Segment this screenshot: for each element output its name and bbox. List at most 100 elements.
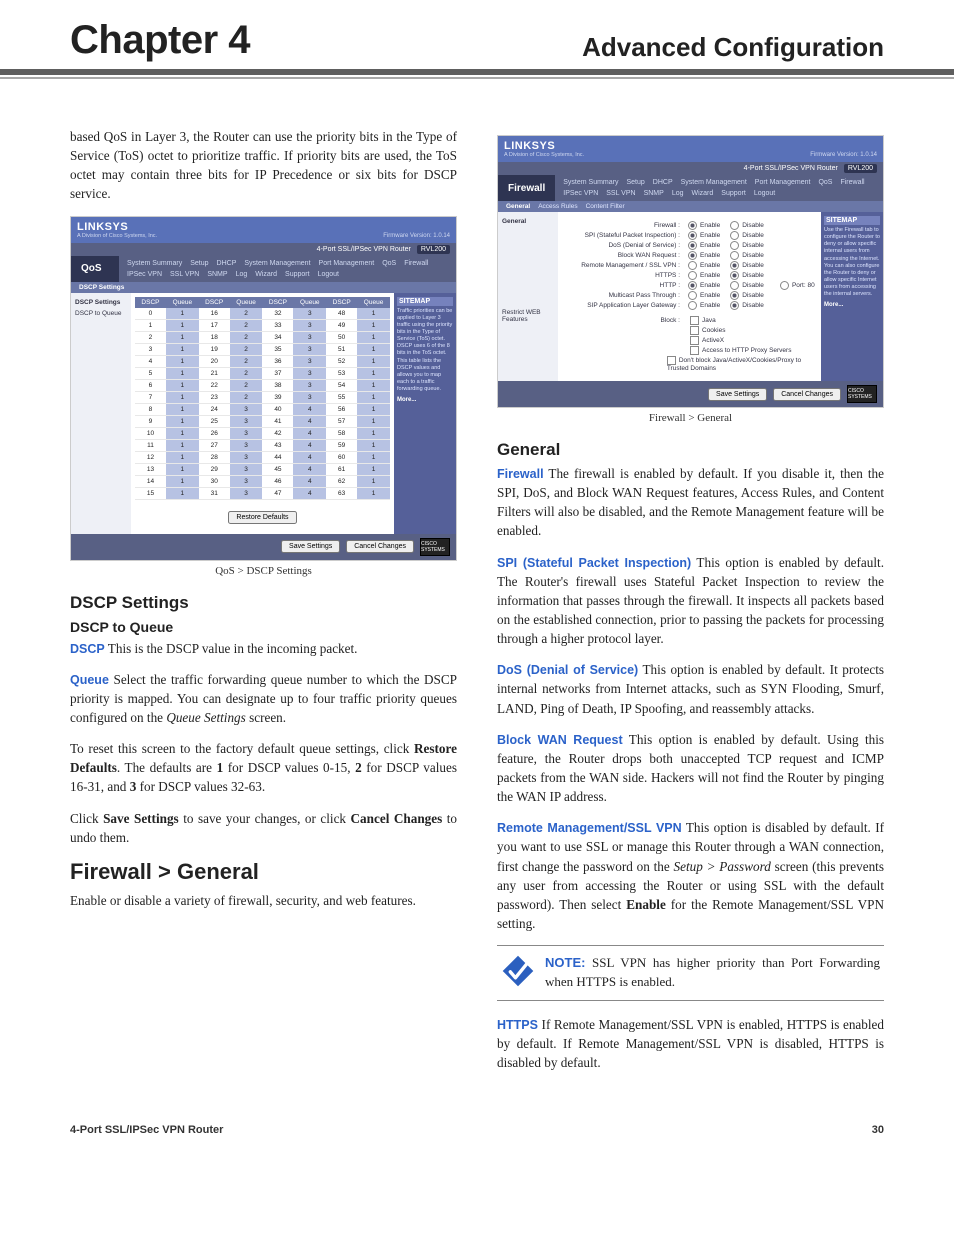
nav-item[interactable]: QoS	[378, 258, 400, 269]
sidebar-item[interactable]: Restrict WEB Features	[500, 307, 556, 325]
queue-cell[interactable]: 1	[357, 391, 390, 403]
queue-cell[interactable]: 1	[357, 343, 390, 355]
nav-item[interactable]: Logout	[750, 188, 779, 199]
radio-disable[interactable]: Disable	[730, 281, 764, 290]
queue-cell[interactable]: 1	[357, 475, 390, 487]
queue-cell[interactable]: 2	[230, 367, 263, 379]
nav-item[interactable]: Setup	[622, 177, 648, 188]
nav-item[interactable]: Wizard	[251, 269, 281, 280]
radio-disable[interactable]: Disable	[730, 231, 764, 240]
queue-cell[interactable]: 1	[166, 355, 199, 367]
save-settings-button[interactable]: Save Settings	[281, 540, 340, 553]
queue-cell[interactable]: 3	[293, 391, 326, 403]
nav-item[interactable]: Support	[717, 188, 750, 199]
queue-cell[interactable]: 1	[166, 308, 199, 320]
queue-cell[interactable]: 3	[293, 308, 326, 320]
block-checkbox[interactable]: Java	[690, 316, 716, 325]
queue-cell[interactable]: 1	[166, 487, 199, 499]
nav-item[interactable]: IPSec VPN	[559, 188, 602, 199]
nav-item[interactable]: System Management	[677, 177, 751, 188]
queue-cell[interactable]: 1	[357, 308, 390, 320]
radio-disable[interactable]: Disable	[730, 251, 764, 260]
queue-cell[interactable]: 1	[166, 391, 199, 403]
block-checkbox[interactable]: Access to HTTP Proxy Servers	[690, 346, 791, 355]
queue-cell[interactable]: 1	[166, 403, 199, 415]
queue-cell[interactable]: 1	[166, 367, 199, 379]
sidebar-item[interactable]: General	[500, 216, 556, 227]
radio-enable[interactable]: Enable	[688, 301, 720, 310]
queue-cell[interactable]: 4	[293, 415, 326, 427]
queue-cell[interactable]: 4	[293, 451, 326, 463]
nav-item[interactable]: SNMP	[203, 269, 231, 280]
radio-disable[interactable]: Disable	[730, 241, 764, 250]
queue-cell[interactable]: 1	[357, 403, 390, 415]
radio-disable[interactable]: Disable	[730, 271, 764, 280]
queue-cell[interactable]: 3	[293, 343, 326, 355]
queue-cell[interactable]: 1	[357, 487, 390, 499]
queue-cell[interactable]: 1	[166, 343, 199, 355]
nav-item[interactable]: Log	[232, 269, 252, 280]
nav-item[interactable]: System Summary	[123, 258, 186, 269]
nav-item[interactable]: IPSec VPN	[123, 269, 166, 280]
queue-cell[interactable]: 3	[230, 403, 263, 415]
block-checkbox[interactable]: ActiveX	[690, 336, 724, 345]
queue-cell[interactable]: 1	[357, 451, 390, 463]
queue-cell[interactable]: 3	[293, 355, 326, 367]
nav-item[interactable]: SNMP	[640, 188, 668, 199]
nav-item[interactable]: System Management	[240, 258, 314, 269]
sidebar-item[interactable]: DSCP to Queue	[73, 308, 129, 319]
sitemap-more[interactable]: More...	[824, 302, 880, 308]
nav-item[interactable]: SSL VPN	[166, 269, 203, 280]
queue-cell[interactable]: 1	[357, 427, 390, 439]
subnav-item[interactable]: General	[506, 203, 530, 210]
nav-item[interactable]: SSL VPN	[602, 188, 639, 199]
save-settings-button[interactable]: Save Settings	[708, 388, 767, 401]
radio-enable[interactable]: Enable	[688, 281, 720, 290]
nav-item[interactable]: Firewall	[836, 177, 868, 188]
subnav-item[interactable]: Access Rules	[538, 203, 577, 210]
nav-item[interactable]: Support	[281, 269, 314, 280]
block-checkbox[interactable]: Cookies	[690, 326, 725, 335]
queue-cell[interactable]: 1	[166, 427, 199, 439]
queue-cell[interactable]: 3	[230, 451, 263, 463]
queue-cell[interactable]: 1	[166, 439, 199, 451]
queue-cell[interactable]: 3	[293, 319, 326, 331]
queue-cell[interactable]: 1	[166, 475, 199, 487]
nav-item[interactable]: QoS	[814, 177, 836, 188]
radio-disable[interactable]: Disable	[730, 291, 764, 300]
queue-cell[interactable]: 2	[230, 379, 263, 391]
queue-cell[interactable]: 3	[230, 463, 263, 475]
nav-item[interactable]: Wizard	[688, 188, 718, 199]
sitemap-more[interactable]: More...	[397, 397, 453, 403]
queue-cell[interactable]: 4	[293, 487, 326, 499]
radio-enable[interactable]: Enable	[688, 291, 720, 300]
radio-disable[interactable]: Disable	[730, 301, 764, 310]
queue-cell[interactable]: 1	[357, 319, 390, 331]
cancel-changes-button[interactable]: Cancel Changes	[773, 388, 841, 401]
queue-cell[interactable]: 2	[230, 331, 263, 343]
queue-cell[interactable]: 3	[230, 415, 263, 427]
radio-enable[interactable]: Enable	[688, 241, 720, 250]
queue-cell[interactable]: 3	[293, 379, 326, 391]
nav-item[interactable]: Port Management	[751, 177, 815, 188]
queue-cell[interactable]: 3	[230, 427, 263, 439]
radio-enable[interactable]: Enable	[688, 261, 720, 270]
queue-cell[interactable]: 4	[293, 475, 326, 487]
nav-item[interactable]: Logout	[314, 269, 343, 280]
radio-enable[interactable]: Enable	[688, 231, 720, 240]
queue-cell[interactable]: 3	[293, 367, 326, 379]
queue-cell[interactable]: 2	[230, 319, 263, 331]
queue-cell[interactable]: 1	[357, 331, 390, 343]
queue-cell[interactable]: 1	[357, 463, 390, 475]
nav-item[interactable]: DHCP	[213, 258, 241, 269]
queue-cell[interactable]: 1	[357, 439, 390, 451]
radio-enable[interactable]: Enable	[688, 251, 720, 260]
queue-cell[interactable]: 1	[166, 451, 199, 463]
restore-defaults-button[interactable]: Restore Defaults	[228, 511, 296, 524]
queue-cell[interactable]: 3	[230, 439, 263, 451]
nav-item[interactable]: DHCP	[649, 177, 677, 188]
queue-cell[interactable]: 2	[230, 308, 263, 320]
subnav-item[interactable]: Content Filter	[586, 203, 625, 210]
queue-cell[interactable]: 1	[166, 415, 199, 427]
queue-cell[interactable]: 2	[230, 343, 263, 355]
